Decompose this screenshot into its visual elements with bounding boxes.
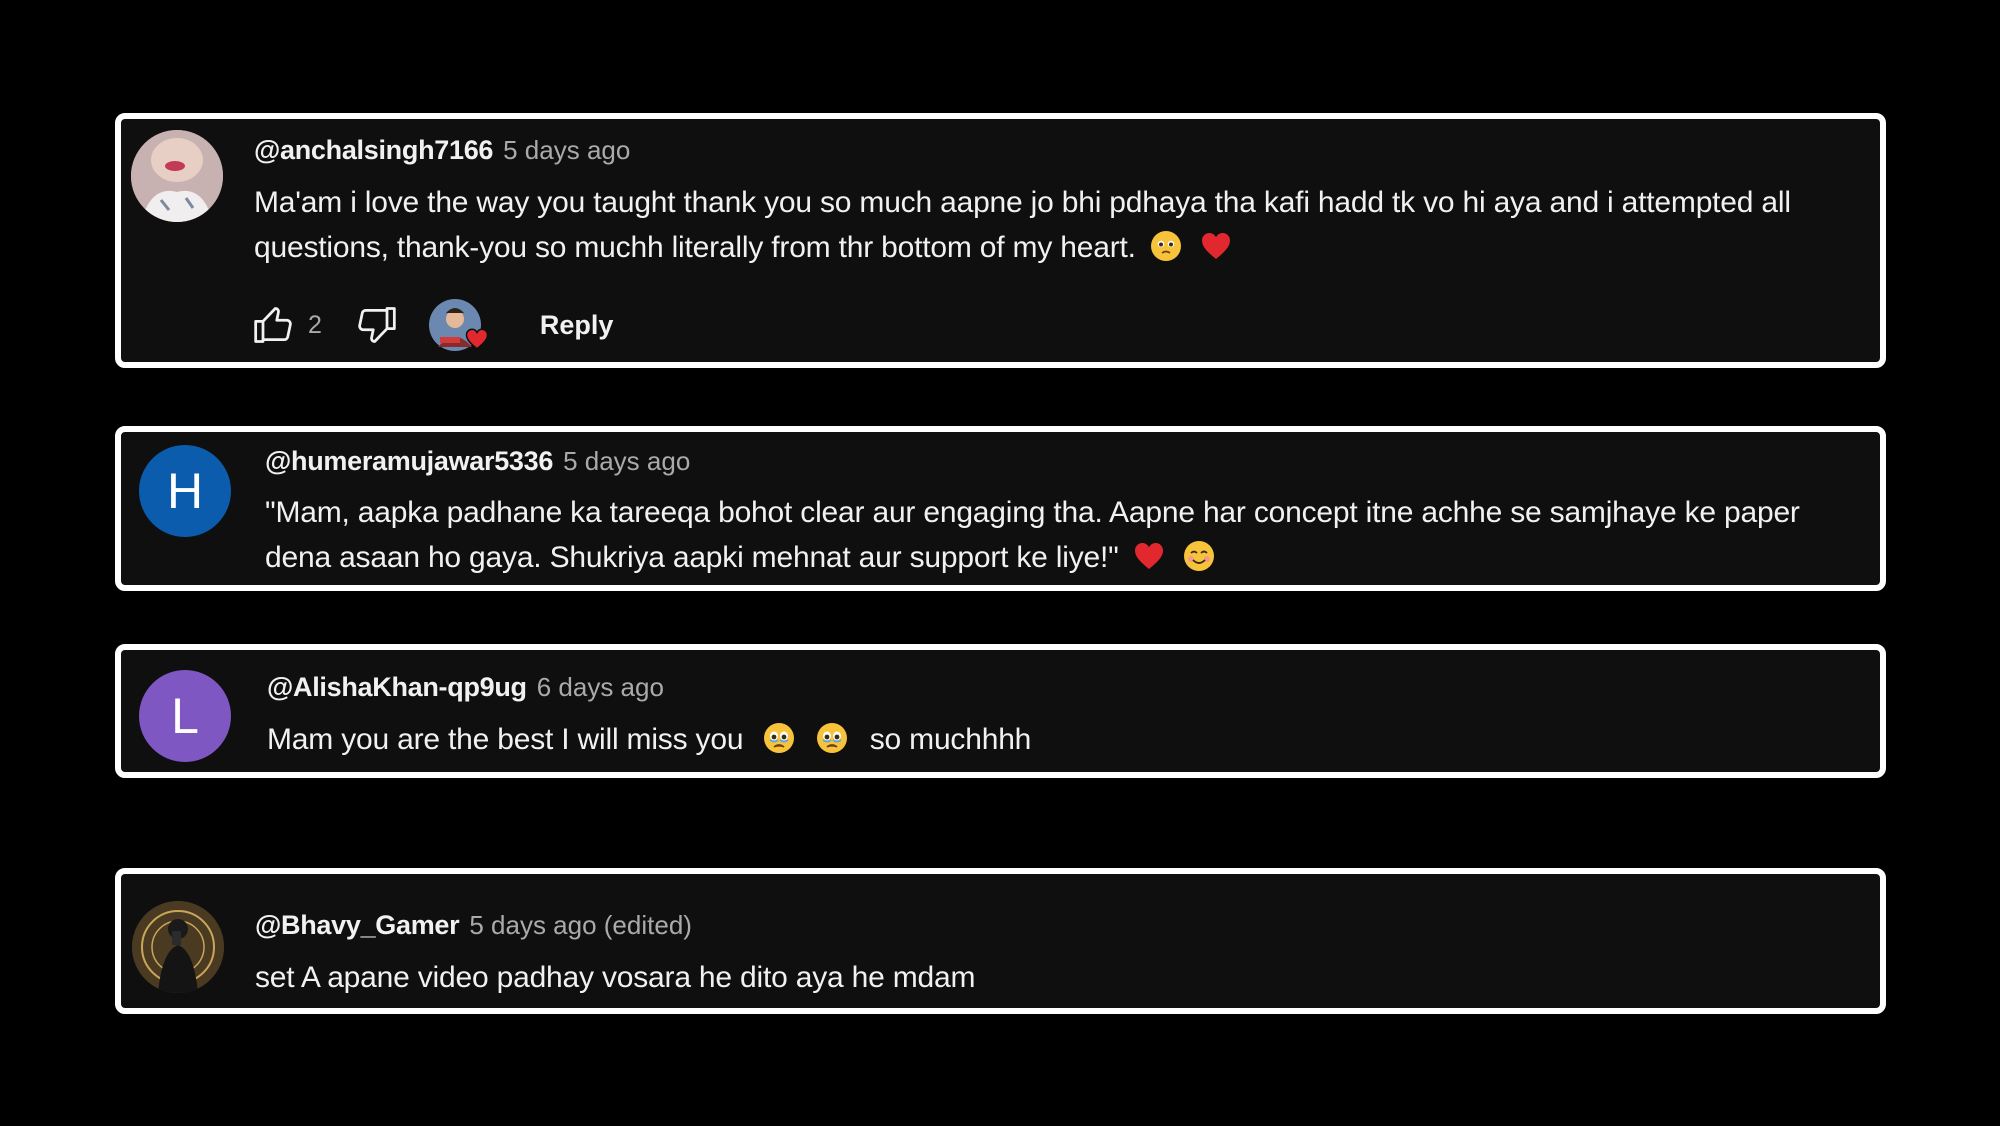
comment-text: set A apane video padhay vosara he dito … <box>255 961 976 994</box>
holding-back-tears-emoji <box>816 723 847 753</box>
avatar[interactable] <box>131 130 223 222</box>
comment-timestamp[interactable]: 5 days ago <box>563 446 690 477</box>
comment-card: H @humeramujawar5336 5 days ago "Mam, aa… <box>115 426 1886 591</box>
creator-heart-badge <box>428 297 489 353</box>
comment-card: @anchalsingh7166 5 days ago Ma'am i love… <box>115 113 1886 368</box>
comment-body: Mam you are the best I will miss you so … <box>267 717 1827 762</box>
user-photo-icon <box>132 901 224 993</box>
avatar[interactable] <box>132 901 224 993</box>
comment-actions: 2 Reply <box>252 297 613 353</box>
comment-text: Mam you are the best I will miss you <box>267 723 744 756</box>
comment-card: @Bhavy_Gamer 5 days ago (edited) set A a… <box>115 868 1886 1014</box>
comment-header: @anchalsingh7166 5 days ago <box>254 135 630 166</box>
comment-text: so muchhhh <box>869 723 1032 756</box>
smiling-face-emoji <box>1183 541 1214 571</box>
red-heart-emoji <box>1202 233 1231 259</box>
user-photo-icon <box>131 130 223 222</box>
avatar-letter: L <box>171 688 199 744</box>
comment-header: @AlishaKhan-qp9ug 6 days ago <box>267 672 664 703</box>
comment-body: "Mam, aapka padhane ka tareeqa bohot cle… <box>265 490 1825 580</box>
heart-icon <box>465 328 489 350</box>
pleading-face-emoji <box>1150 231 1181 261</box>
comment-timestamp[interactable]: 6 days ago <box>537 672 664 703</box>
avatar[interactable]: H <box>139 445 231 537</box>
comment-header: @Bhavy_Gamer 5 days ago (edited) <box>255 910 692 941</box>
like-button[interactable] <box>252 303 296 347</box>
thumbs-down-icon <box>358 307 396 343</box>
comment-text: "Mam, aapka padhane ka tareeqa bohot cle… <box>265 496 1800 574</box>
comment-card: L @AlishaKhan-qp9ug 6 days ago Mam you a… <box>115 644 1886 778</box>
thumbs-up-icon <box>254 307 292 343</box>
comment-author[interactable]: @AlishaKhan-qp9ug <box>267 672 527 703</box>
dislike-button[interactable] <box>354 303 398 347</box>
comment-author[interactable]: @anchalsingh7166 <box>254 135 493 166</box>
comment-body: set A apane video padhay vosara he dito … <box>255 955 1815 1000</box>
avatar[interactable]: L <box>139 670 231 762</box>
reply-button[interactable]: Reply <box>540 310 614 341</box>
comment-body: Ma'am i love the way you taught thank yo… <box>254 180 1854 270</box>
red-heart-emoji <box>1134 543 1163 569</box>
comment-timestamp[interactable]: 5 days ago <box>503 135 630 166</box>
like-count: 2 <box>308 310 322 339</box>
comment-author[interactable]: @Bhavy_Gamer <box>255 910 460 941</box>
holding-back-tears-emoji <box>764 723 795 753</box>
comment-header: @humeramujawar5336 5 days ago <box>265 446 690 477</box>
comment-author[interactable]: @humeramujawar5336 <box>265 446 553 477</box>
comment-timestamp[interactable]: 5 days ago (edited) <box>469 910 692 941</box>
avatar-letter: H <box>166 463 204 519</box>
comment-text: Ma'am i love the way you taught thank yo… <box>254 186 1791 264</box>
